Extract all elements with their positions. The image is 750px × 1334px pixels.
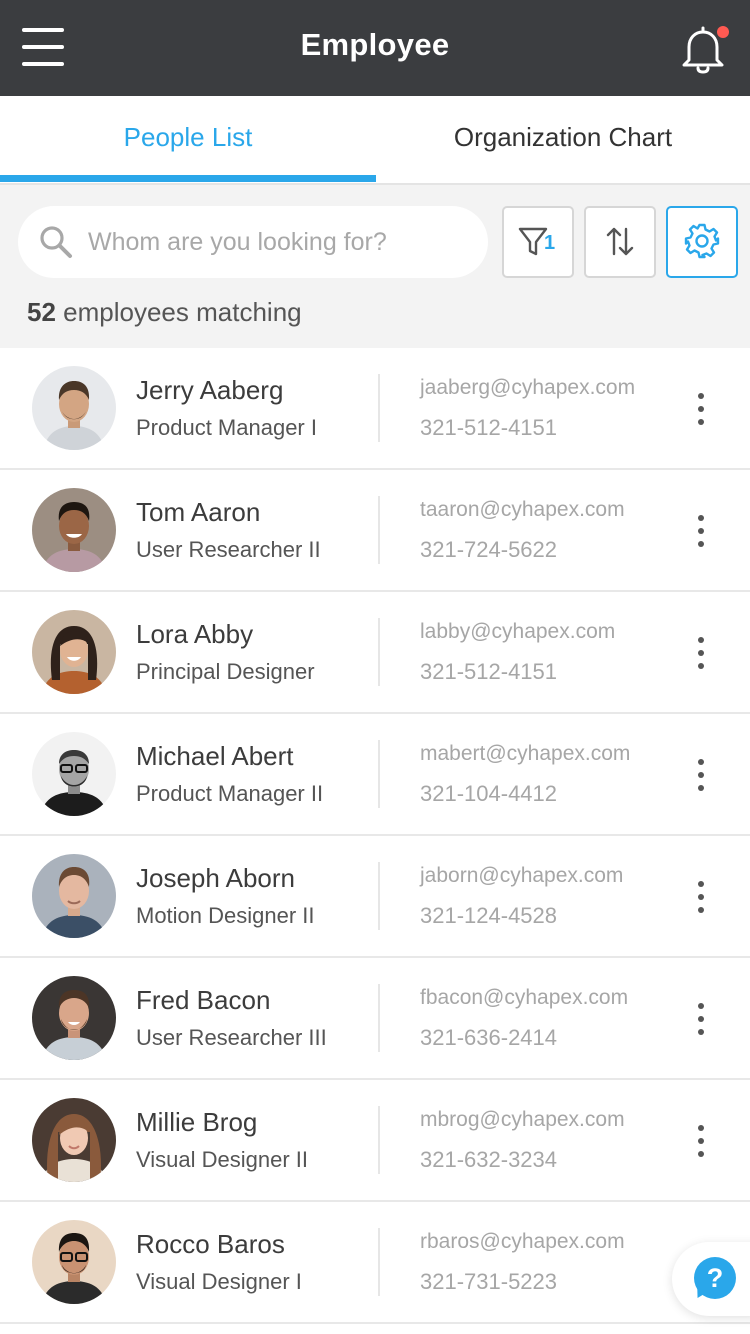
page-title: Employee	[300, 27, 450, 62]
employee-email[interactable]: labby@cyhapex.com	[420, 620, 615, 644]
view-tabs: People List Organization Chart	[0, 96, 750, 185]
tab-people-list[interactable]: People List	[0, 96, 376, 183]
filter-icon	[518, 227, 548, 256]
search-toolbar: 1 52 employees matching	[0, 185, 750, 348]
row-divider	[378, 740, 380, 808]
more-options-icon[interactable]	[690, 1001, 712, 1037]
employee-role: Motion Designer II	[136, 903, 315, 928]
employee-name: Jerry Aaberg	[136, 375, 284, 405]
results-summary: 52 employees matching	[27, 297, 302, 328]
employee-phone[interactable]: 321-512-4151	[420, 415, 557, 441]
settings-button[interactable]	[666, 206, 738, 278]
avatar	[32, 1098, 116, 1182]
notification-bell-icon[interactable]	[680, 24, 729, 74]
more-options-icon[interactable]	[690, 635, 712, 671]
avatar	[32, 732, 116, 816]
employee-name: Michael Abert	[136, 741, 294, 771]
row-divider	[378, 984, 380, 1052]
employee-phone[interactable]: 321-632-3234	[420, 1147, 557, 1173]
filter-count-badge: 1	[544, 232, 556, 254]
tab-organization-chart[interactable]: Organization Chart	[376, 96, 750, 183]
row-divider	[378, 1228, 380, 1296]
employee-email[interactable]: rbaros@cyhapex.com	[420, 1230, 625, 1254]
employee-name: Millie Brog	[136, 1107, 258, 1137]
avatar	[32, 366, 116, 450]
employee-role: Product Manager I	[136, 415, 317, 440]
results-label: employees matching	[63, 297, 302, 327]
sort-icon	[606, 227, 634, 256]
employee-email[interactable]: jaaberg@cyhapex.com	[420, 376, 635, 400]
row-divider	[378, 862, 380, 930]
results-count: 52	[27, 297, 56, 327]
employee-phone[interactable]: 321-724-5622	[420, 537, 557, 563]
employee-row[interactable]: Joseph Aborn Motion Designer II jaborn@c…	[0, 836, 750, 958]
search-icon	[40, 226, 72, 258]
employee-name: Tom Aaron	[136, 497, 261, 527]
more-options-icon[interactable]	[690, 757, 712, 793]
employee-phone[interactable]: 321-512-4151	[420, 659, 557, 685]
avatar	[32, 1220, 116, 1304]
help-icon: ?	[694, 1257, 736, 1299]
employee-row[interactable]: Fred Bacon User Researcher III fbacon@cy…	[0, 958, 750, 1080]
employee-phone[interactable]: 321-636-2414	[420, 1025, 557, 1051]
employee-role: Visual Designer II	[136, 1147, 309, 1172]
employee-email[interactable]: fbacon@cyhapex.com	[420, 986, 628, 1010]
employee-email[interactable]: jaborn@cyhapex.com	[420, 864, 623, 888]
employee-email[interactable]: mabert@cyhapex.com	[420, 742, 630, 766]
row-divider	[378, 1106, 380, 1174]
more-options-icon[interactable]	[690, 879, 712, 915]
employee-role: User Researcher III	[136, 1025, 327, 1050]
employee-phone[interactable]: 321-731-5223	[420, 1269, 557, 1295]
employee-row[interactable]: Rocco Baros Visual Designer I rbaros@cyh…	[0, 1202, 750, 1324]
employee-row[interactable]: Michael Abert Product Manager II mabert@…	[0, 714, 750, 836]
avatar	[32, 854, 116, 938]
filter-button[interactable]: 1	[502, 206, 574, 278]
employee-email[interactable]: mbrog@cyhapex.com	[420, 1108, 625, 1132]
help-button[interactable]: ?	[672, 1242, 750, 1316]
row-divider	[378, 618, 380, 686]
notification-badge	[717, 26, 729, 38]
search-input[interactable]	[88, 206, 478, 278]
employee-role: Principal Designer	[136, 659, 315, 684]
more-options-icon[interactable]	[690, 513, 712, 549]
employee-email[interactable]: taaron@cyhapex.com	[420, 498, 625, 522]
avatar	[32, 610, 116, 694]
employee-name: Rocco Baros	[136, 1229, 285, 1259]
employee-name: Fred Bacon	[136, 985, 271, 1015]
app-header: Employee	[0, 0, 750, 96]
employee-name: Joseph Aborn	[136, 863, 296, 893]
employee-phone[interactable]: 321-124-4528	[420, 903, 557, 929]
avatar	[32, 488, 116, 572]
avatar	[32, 976, 116, 1060]
sort-button[interactable]	[584, 206, 656, 278]
employee-row[interactable]: Millie Brog Visual Designer II mbrog@cyh…	[0, 1080, 750, 1202]
employee-role: Visual Designer I	[136, 1269, 302, 1294]
more-options-icon[interactable]	[690, 391, 712, 427]
employee-name: Lora Abby	[136, 619, 254, 649]
employee-row[interactable]: Tom Aaron User Researcher II taaron@cyha…	[0, 470, 750, 592]
employee-role: User Researcher II	[136, 537, 321, 562]
row-divider	[378, 496, 380, 564]
gear-icon	[684, 223, 720, 259]
employee-role: Product Manager II	[136, 781, 324, 806]
search-box[interactable]	[18, 206, 488, 278]
active-tab-indicator	[0, 175, 376, 182]
employee-row[interactable]: Jerry Aaberg Product Manager I jaaberg@c…	[0, 348, 750, 470]
employee-row[interactable]: Lora Abby Principal Designer labby@cyhap…	[0, 592, 750, 714]
more-options-icon[interactable]	[690, 1123, 712, 1159]
row-divider	[378, 374, 380, 442]
employee-list: Jerry Aaberg Product Manager I jaaberg@c…	[0, 348, 750, 1324]
employee-phone[interactable]: 321-104-4412	[420, 781, 557, 807]
